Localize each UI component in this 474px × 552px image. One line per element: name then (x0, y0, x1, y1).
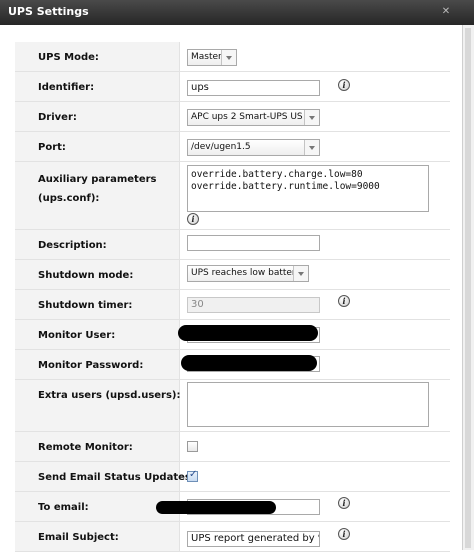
send-email-label: Send Email Status Updates: (38, 472, 195, 483)
dialog-title: UPS Settings (8, 5, 89, 18)
description-input[interactable] (187, 235, 320, 251)
auxiliary-textarea[interactable]: override.battery.charge.low=80 override.b… (187, 165, 429, 212)
email-subject-input[interactable]: UPS report generated by %l (187, 531, 320, 547)
to-email-label: To email: (38, 502, 89, 513)
row-identifier: Identifier: ups i (15, 72, 450, 102)
driver-label: Driver: (38, 112, 77, 123)
shutdown-mode-select[interactable]: UPS reaches low battery (187, 265, 309, 282)
auxiliary-line1: override.battery.charge.low=80 (191, 169, 363, 180)
monitor-user-label: Monitor User: (38, 330, 116, 341)
identifier-label: Identifier: (38, 82, 95, 93)
description-label: Description: (38, 240, 107, 251)
row-shutdown-timer: Shutdown timer: 30 i (15, 290, 450, 320)
chevron-down-icon (221, 50, 236, 65)
dialog-titlebar: UPS Settings ✕ (0, 0, 474, 25)
email-subject-label: Email Subject: (38, 532, 119, 543)
monitor-password-label: Monitor Password: (38, 360, 144, 371)
remote-monitor-label: Remote Monitor: (38, 442, 133, 453)
chevron-down-icon (304, 140, 319, 155)
send-email-checkbox[interactable] (187, 469, 198, 482)
info-icon[interactable]: i (338, 528, 350, 540)
row-to-email: To email: i (15, 492, 450, 522)
extra-users-label: Extra users (upsd.users): (38, 390, 181, 401)
shutdown-timer-label: Shutdown timer: (38, 300, 133, 311)
auxiliary-label-line2: (ups.conf): (38, 193, 100, 204)
row-monitor-user: Monitor User: (15, 320, 450, 350)
driver-select[interactable]: APC ups 2 Smart-UPS US (187, 109, 320, 126)
port-select[interactable]: /dev/ugen1.5 (187, 139, 320, 156)
extra-users-textarea[interactable] (187, 382, 429, 427)
scrollbar-thumb[interactable] (465, 28, 471, 548)
row-send-email: Send Email Status Updates: (15, 462, 450, 492)
shutdown-mode-label: Shutdown mode: (38, 270, 134, 281)
auxiliary-label-line1: Auxiliary parameters (38, 174, 157, 185)
row-auxiliary: Auxiliary parameters (ups.conf): overrid… (15, 162, 450, 230)
row-email-subject: Email Subject: UPS report generated by %… (15, 522, 450, 552)
info-icon[interactable]: i (187, 213, 199, 225)
close-icon[interactable]: ✕ (440, 6, 452, 18)
row-extra-users: Extra users (upsd.users): (15, 380, 450, 432)
row-ups-mode: UPS Mode: Master (15, 42, 450, 72)
row-shutdown-mode: Shutdown mode: UPS reaches low battery (15, 260, 450, 290)
info-icon[interactable]: i (338, 497, 350, 509)
identifier-input[interactable]: ups (187, 80, 320, 96)
chevron-down-icon (293, 266, 308, 281)
port-label: Port: (38, 142, 66, 153)
shutdown-timer-input[interactable]: 30 (187, 297, 320, 313)
ups-mode-select[interactable]: Master (187, 49, 237, 66)
info-icon[interactable]: i (338, 79, 350, 91)
redaction-mark (178, 325, 318, 341)
info-icon[interactable]: i (338, 295, 350, 307)
remote-monitor-checkbox[interactable] (187, 441, 198, 452)
row-driver: Driver: APC ups 2 Smart-UPS US (15, 102, 450, 132)
redaction-mark (156, 501, 276, 514)
row-remote-monitor: Remote Monitor: (15, 432, 450, 462)
auxiliary-line2: override.battery.runtime.low=9000 (191, 181, 380, 192)
redaction-mark (181, 355, 317, 371)
chevron-down-icon (304, 110, 319, 125)
row-description: Description: (15, 230, 450, 260)
row-monitor-password: Monitor Password: (15, 350, 450, 380)
ups-mode-label: UPS Mode: (38, 52, 99, 63)
row-port: Port: /dev/ugen1.5 (15, 132, 450, 162)
